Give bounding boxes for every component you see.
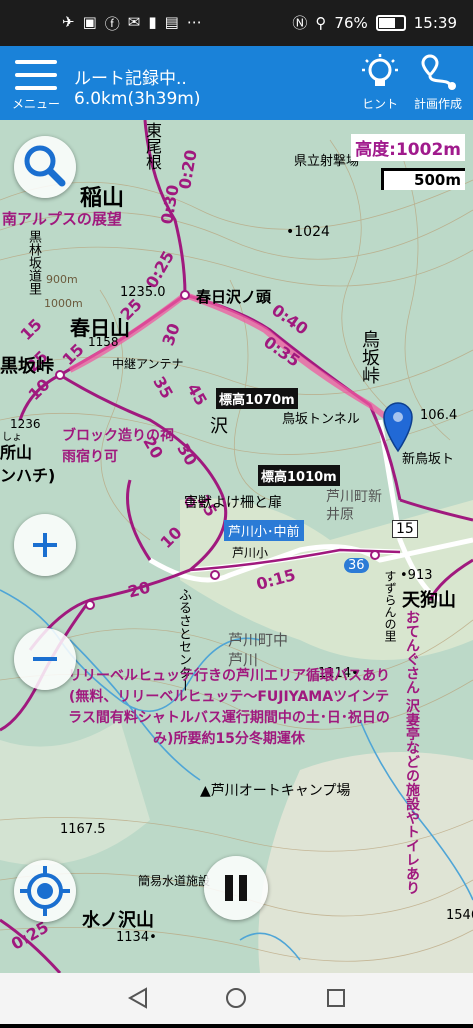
place-label: 簡易水道施設 (138, 874, 211, 888)
place-label: 芦川小 (232, 546, 269, 560)
home-icon[interactable] (226, 988, 246, 1008)
bus-stop-label: 芦川小･中前 (224, 520, 304, 541)
phone-icon: ▮ (148, 13, 157, 31)
record-title: ルート記録中.. (74, 69, 187, 89)
clock: 15:39 (413, 13, 457, 32)
place-label: 芦川町新井原 (326, 489, 382, 523)
facebook-icon: ⓕ (104, 15, 120, 33)
status-right: Ⓝ ⚲ 76% 15:39 (292, 12, 457, 33)
place-label: ▲芦川オートキャンプ場 (200, 780, 350, 800)
place-label: しょ (2, 432, 22, 443)
route-number: 36 (344, 558, 369, 573)
campsite-icon: ▲ (200, 783, 211, 799)
place-label: 中継アンテナ (112, 357, 184, 371)
battery-icon (375, 14, 406, 31)
elevation-label: •1024 (286, 224, 330, 240)
place-label: 雨宿り可 (62, 449, 118, 465)
place-label: 新鳥坂ト (402, 452, 455, 467)
plan-label: 計画作成 (413, 97, 462, 111)
place-label: ンハチ) (0, 466, 56, 485)
elevation-tag: 標高1010m (258, 465, 340, 486)
route-number: 15 (392, 520, 418, 538)
system-nav-bar (0, 973, 473, 1024)
contour-label: 900m (46, 273, 78, 286)
contour-label: 1000m (44, 297, 83, 310)
elevation-label: 1167.5 (60, 822, 106, 837)
elevation-label: 1546 (446, 908, 473, 923)
menu-label: メニュー (11, 97, 60, 111)
altitude-readout: 高度:1002m (351, 134, 465, 161)
route-plan-icon (421, 54, 456, 90)
elevation-label: 1134• (116, 930, 157, 945)
plan-button[interactable]: 計画作成 (408, 52, 468, 116)
place-label: 鳥坂トンネル (282, 412, 360, 427)
plus-icon (33, 533, 57, 557)
crosshair-icon (20, 866, 70, 916)
place-label: すずらんの里 (383, 570, 397, 642)
battery-fill (378, 17, 396, 28)
status-bar: ✈ ▣ ⓕ ✉ ▮ ▤ ⋯ Ⓝ ⚲ 76% 15:39 (0, 0, 473, 46)
zoom-out-button[interactable] (14, 628, 76, 690)
scale-bar: 500m (381, 168, 465, 190)
elevation-label: 106.4 (420, 408, 458, 423)
place-label: 東尾根 (143, 122, 162, 170)
place-label: 芦川町中芦川 (228, 631, 289, 669)
search-button[interactable] (14, 136, 76, 198)
pause-button[interactable] (204, 856, 268, 920)
nfc-icon: Ⓝ (292, 14, 308, 32)
place-label: 害獣よけ柵と扉 (184, 495, 282, 511)
elevation-label: •913 (400, 568, 433, 583)
map-view[interactable]: 0:20 0:30 0:25 0:40 0:35 15 25 30 45 35 20 30 15 10 10… (0, 120, 473, 973)
bus-notice: リリーベルヒュッテ行きの芦川エリア循環バスあり(無料、リリーベルヒュッテ～FUJ… (68, 668, 390, 747)
notification-icons: ✈ ▣ ⓕ ✉ ▮ ▤ ⋯ (62, 13, 202, 34)
recents-icon[interactable] (327, 989, 345, 1007)
lightbulb-icon (362, 54, 398, 86)
record-distance: 6.0km(3h39m) (74, 89, 201, 109)
back-icon[interactable] (127, 987, 147, 1009)
elevation-label: 1158 (88, 335, 119, 349)
minus-icon (33, 657, 57, 661)
location-icon: ⚲ (315, 13, 327, 32)
hint-label: ヒント (361, 97, 398, 111)
place-label: 天狗山 (402, 590, 456, 611)
my-location-button[interactable] (14, 860, 76, 922)
mail-icon: ✉ (127, 13, 141, 31)
place-label: 黒坂峠 (0, 356, 54, 377)
more-icon: ⋯ (186, 13, 202, 31)
place-label: 沢 (210, 416, 228, 437)
zoom-in-button[interactable] (14, 514, 76, 576)
place-label: 南アルプスの展望 (2, 210, 122, 228)
airplane-icon: ✈ (62, 13, 75, 31)
facility-note: おてんぐさん 沢妻亭などの施設やトイレあり (404, 610, 420, 895)
elevation-label: 1235.0 (120, 285, 166, 300)
place-label: 水ノ沢山 (82, 910, 154, 931)
news-icon: ▤ (164, 13, 179, 31)
camp-label: 芦川オートキャンプ場 (210, 783, 351, 799)
place-label: 黒林坂道里 (26, 230, 41, 295)
pause-icon (225, 875, 247, 901)
search-icon (24, 145, 66, 187)
image-icon: ▣ (82, 13, 97, 31)
hint-button[interactable]: ヒント (352, 52, 408, 116)
battery-percent: 76% (334, 13, 368, 32)
app-bar: メニュー ルート記録中.. 6.0km(3h39m) ヒント 計画作成 (0, 46, 473, 120)
hamburger-icon (15, 60, 57, 90)
place-label: 春日沢ノ頭 (196, 288, 272, 306)
place-label: ブロック造りの祠 (62, 428, 174, 444)
elevation-tag: 標高1070m (216, 388, 298, 409)
place-label: ふるさとセンター (176, 588, 191, 692)
place-label: 県立射撃場 (294, 154, 360, 169)
menu-button[interactable]: メニュー (8, 52, 64, 114)
place-label: 鳥坂峠 (359, 330, 380, 384)
